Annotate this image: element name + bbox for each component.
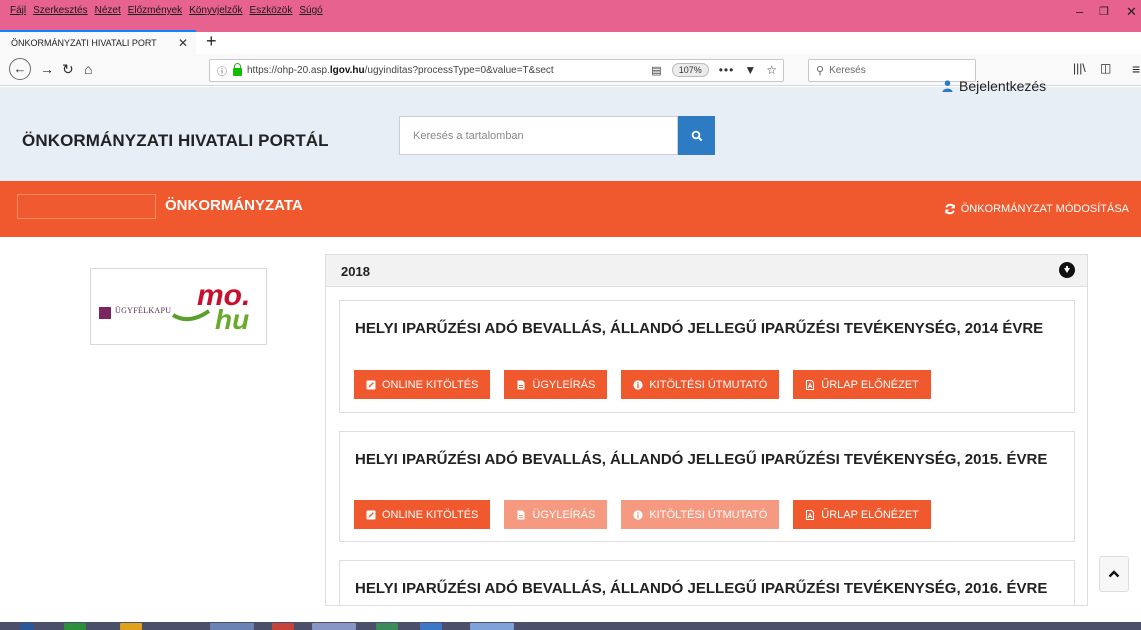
- form-actions: ONLINE KITÖLTÉS ÜGYLEÍRÁS KITÖLTÉSI ÚTMU…: [354, 370, 931, 399]
- edit-icon: [366, 510, 376, 519]
- menu-help[interactable]: Súgó: [299, 5, 322, 16]
- ugyfelkapu-logo[interactable]: ÜGYFÉLKAPU mo. hu: [90, 268, 267, 345]
- start-icon[interactable]: [20, 623, 34, 630]
- taskbar-app-icon[interactable]: [470, 623, 514, 630]
- taskbar-app-icon[interactable]: [272, 623, 294, 630]
- browser-tab[interactable]: ÖNKORMÁNYZATI HIVATALI PORT ✕: [0, 30, 196, 54]
- filling-guide-button[interactable]: KITÖLTÉSI ÚTMUTATÓ: [621, 500, 780, 529]
- minimize-icon[interactable]: –: [1076, 4, 1083, 19]
- back-icon[interactable]: ←: [9, 58, 31, 80]
- year-label: 2018: [341, 264, 370, 279]
- taskbar-app-icon[interactable]: [210, 623, 254, 630]
- reload-icon[interactable]: ↻: [62, 61, 74, 78]
- menu-bookmarks[interactable]: Könyvjelzők: [189, 5, 242, 16]
- refresh-icon: [944, 203, 955, 215]
- taskbar-app-icon[interactable]: [120, 623, 142, 630]
- library-icon[interactable]: |||\: [1073, 61, 1086, 75]
- bookmark-star-icon[interactable]: ☆: [766, 63, 777, 77]
- lock-icon: [233, 62, 242, 76]
- new-tab-icon[interactable]: +: [206, 31, 217, 52]
- form-preview-button[interactable]: ŰRLAP ELŐNÉZET: [793, 500, 931, 529]
- sidebar-icon[interactable]: ◫: [1100, 61, 1111, 75]
- document-icon: [517, 510, 525, 519]
- info-icon[interactable]: ⓘ: [217, 63, 227, 78]
- taskbar-app-icon[interactable]: [64, 623, 86, 630]
- reader-view-icon[interactable]: ▤: [651, 64, 661, 77]
- content-search-placeholder: Keresés a tartalomban: [413, 130, 524, 142]
- year-panel: 2018 HELYI IPARŰZÉSI ADÓ BEVALLÁS, ÁLLAN…: [325, 254, 1088, 606]
- form-title[interactable]: HELYI IPARŰZÉSI ADÓ BEVALLÁS, ÁLLANDÓ JE…: [355, 451, 1065, 468]
- case-description-button[interactable]: ÜGYLEÍRÁS: [504, 370, 608, 399]
- info-circle-icon: [633, 379, 643, 390]
- form-actions: ONLINE KITÖLTÉS ÜGYLEÍRÁS KITÖLTÉSI ÚTMU…: [354, 500, 931, 529]
- chevron-up-icon: [1108, 570, 1120, 578]
- modify-municipality-label: ÖNKORMÁNYZAT MÓDOSÍTÁSA: [960, 203, 1129, 215]
- login-label: Bejelentkezés: [959, 78, 1047, 94]
- tab-close-icon[interactable]: ✕: [178, 36, 188, 50]
- search-icon: ⚲: [816, 65, 825, 77]
- menu-items: Fájl Szerkesztés Nézet Előzmények Könyvj…: [10, 5, 323, 16]
- form-card: HELYI IPARŰZÉSI ADÓ BEVALLÁS, ÁLLANDÓ JE…: [339, 300, 1075, 413]
- modify-municipality-link[interactable]: ÖNKORMÁNYZAT MÓDOSÍTÁSA: [944, 203, 1129, 215]
- home-icon[interactable]: ⌂: [84, 61, 92, 77]
- browser-menubar: Fájl Szerkesztés Nézet Előzmények Könyvj…: [0, 0, 1141, 32]
- filling-guide-button[interactable]: KITÖLTÉSI ÚTMUTATÓ: [621, 370, 780, 399]
- taskbar-app-icon[interactable]: [312, 623, 356, 630]
- site-header: ÖNKORMÁNYZATI HIVATALI PORTÁL Keresés a …: [0, 87, 1141, 181]
- browser-search-placeholder: Keresés: [829, 65, 866, 76]
- user-icon: [942, 80, 953, 92]
- url-text: https://ohp-20.asp.lgov.hu/ugyinditas?pr…: [247, 65, 554, 76]
- menu-history[interactable]: Előzmények: [128, 5, 182, 16]
- case-description-button[interactable]: ÜGYLEÍRÁS: [504, 500, 608, 529]
- document-icon: [517, 380, 525, 389]
- hamburger-menu-icon[interactable]: ≡: [1132, 61, 1140, 77]
- menu-view[interactable]: Nézet: [95, 5, 121, 16]
- pocket-icon[interactable]: ▼: [744, 63, 756, 77]
- taskbar-app-icon[interactable]: [420, 623, 442, 630]
- info-circle-icon: [633, 509, 643, 520]
- close-window-icon[interactable]: ✕: [1126, 4, 1137, 20]
- form-title[interactable]: HELYI IPARŰZÉSI ADÓ BEVALLÁS, ÁLLANDÓ JE…: [355, 320, 1065, 337]
- svg-text:hu: hu: [215, 304, 249, 335]
- municipality-label: ÖNKORMÁNYZATA: [165, 197, 303, 214]
- form-card: HELYI IPARŰZÉSI ADÓ BEVALLÁS, ÁLLANDÓ JE…: [339, 560, 1075, 605]
- pdf-icon: [806, 509, 815, 520]
- login-link[interactable]: Bejelentkezés: [942, 78, 1046, 94]
- form-card: HELYI IPARŰZÉSI ADÓ BEVALLÁS, ÁLLANDÓ JE…: [339, 431, 1075, 542]
- menu-tools[interactable]: Eszközök: [250, 5, 293, 16]
- content-search-input[interactable]: Keresés a tartalomban: [399, 116, 678, 155]
- magnifier-icon: [691, 130, 702, 141]
- taskbar-app-icon[interactable]: [376, 623, 398, 630]
- portal-title[interactable]: ÖNKORMÁNYZATI HIVATALI PORTÁL: [22, 131, 329, 151]
- online-fill-button[interactable]: ONLINE KITÖLTÉS: [354, 370, 491, 399]
- mohu-logo-icon: mo. hu: [171, 279, 250, 335]
- online-fill-button[interactable]: ONLINE KITÖLTÉS: [354, 500, 491, 529]
- pdf-icon: [806, 379, 815, 390]
- municipality-band: ÖNKORMÁNYZATA ÖNKORMÁNYZAT MÓDOSÍTÁSA: [0, 181, 1141, 237]
- form-preview-button[interactable]: ŰRLAP ELŐNÉZET: [793, 370, 931, 399]
- page-actions-icon[interactable]: •••: [719, 63, 735, 77]
- form-title[interactable]: HELYI IPARŰZÉSI ADÓ BEVALLÁS, ÁLLANDÓ JE…: [355, 580, 1065, 597]
- zoom-indicator[interactable]: 107%: [671, 63, 709, 77]
- content-search-button[interactable]: [678, 116, 715, 155]
- forward-icon[interactable]: →: [40, 61, 54, 77]
- menu-file[interactable]: Fájl: [10, 5, 26, 16]
- tab-title: ÖNKORMÁNYZATI HIVATALI PORT: [11, 38, 157, 48]
- scroll-to-top-button[interactable]: [1099, 556, 1129, 592]
- edit-icon: [366, 380, 376, 389]
- restore-icon[interactable]: ❐: [1099, 5, 1109, 18]
- municipality-name-redacted: [17, 194, 156, 219]
- address-bar-actions: ▤ 107% ••• ▼ ☆: [651, 63, 777, 77]
- address-bar[interactable]: ⓘ https://ohp-20.asp.lgov.hu/ugyinditas?…: [209, 59, 784, 82]
- os-taskbar: [0, 622, 1141, 630]
- menu-edit[interactable]: Szerkesztés: [33, 5, 87, 16]
- panel-header[interactable]: 2018: [326, 255, 1087, 287]
- collapse-toggle-icon[interactable]: [1059, 262, 1075, 278]
